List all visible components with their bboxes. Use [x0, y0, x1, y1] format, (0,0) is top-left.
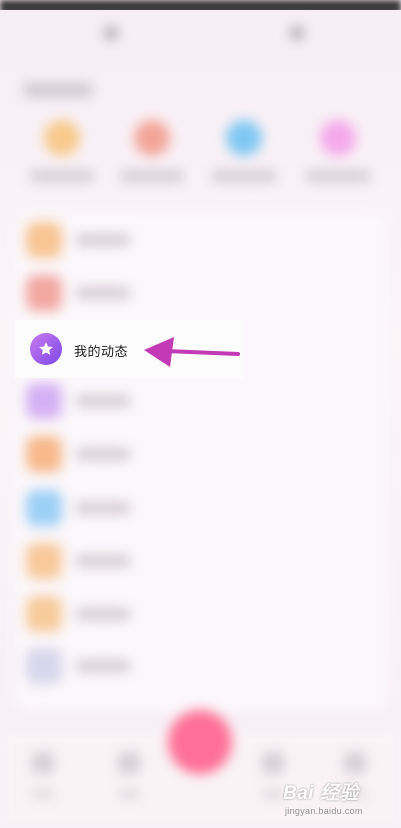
quick-action-label — [212, 170, 276, 182]
tab-label — [32, 790, 54, 798]
menu-item-icon[interactable] — [26, 436, 62, 472]
annotation-arrow-icon — [144, 337, 240, 367]
menu-item-icon[interactable] — [26, 222, 62, 258]
tab-label — [118, 790, 140, 798]
menu-item-icon[interactable] — [26, 383, 62, 419]
menu-item-icon[interactable] — [26, 648, 62, 684]
star-glyph — [39, 342, 53, 355]
menu-item-label — [76, 395, 130, 407]
quick-action-label — [30, 170, 94, 182]
quick-action-icon — [226, 120, 262, 156]
menu-item-label — [76, 608, 130, 620]
quick-action-3[interactable] — [204, 120, 284, 192]
watermark-url: jingyan.baidu.com — [285, 806, 363, 816]
watermark-brand: Bai 经验 — [283, 783, 359, 804]
blurred-background-content — [0, 0, 401, 828]
menu-card — [14, 212, 389, 712]
star-icon — [30, 333, 62, 365]
menu-item-label — [76, 555, 130, 567]
menu-item-label — [76, 660, 130, 672]
quick-action-icon — [134, 120, 170, 156]
quick-action-4[interactable] — [298, 120, 378, 192]
tab-label — [262, 790, 284, 798]
section-title — [24, 83, 92, 97]
tab-icon[interactable] — [344, 752, 366, 774]
quick-action-icon — [44, 120, 80, 156]
quick-action-label — [120, 170, 184, 182]
status-icon — [290, 26, 304, 40]
tab-icon[interactable] — [262, 752, 284, 774]
tab-icon[interactable] — [118, 752, 140, 774]
menu-item-label — [76, 234, 130, 246]
menu-item-label — [76, 448, 130, 460]
center-action-button[interactable] — [168, 710, 232, 774]
status-icon — [104, 26, 118, 40]
menu-item-icon[interactable] — [26, 543, 62, 579]
quick-action-icon — [320, 120, 356, 156]
menu-item-icon[interactable] — [26, 490, 62, 526]
menu-item-label — [76, 502, 130, 514]
quick-action-label — [306, 170, 370, 182]
quick-action-1[interactable] — [22, 120, 102, 192]
menu-item-icon[interactable] — [26, 596, 62, 632]
watermark: Bai 经验 jingyan.baidu.com — [283, 776, 395, 820]
quick-action-2[interactable] — [112, 120, 192, 192]
menu-item-label — [76, 287, 130, 299]
menu-item-label: 我的动态 — [74, 344, 129, 359]
tab-icon[interactable] — [32, 752, 54, 774]
menu-item-icon[interactable] — [26, 275, 62, 311]
